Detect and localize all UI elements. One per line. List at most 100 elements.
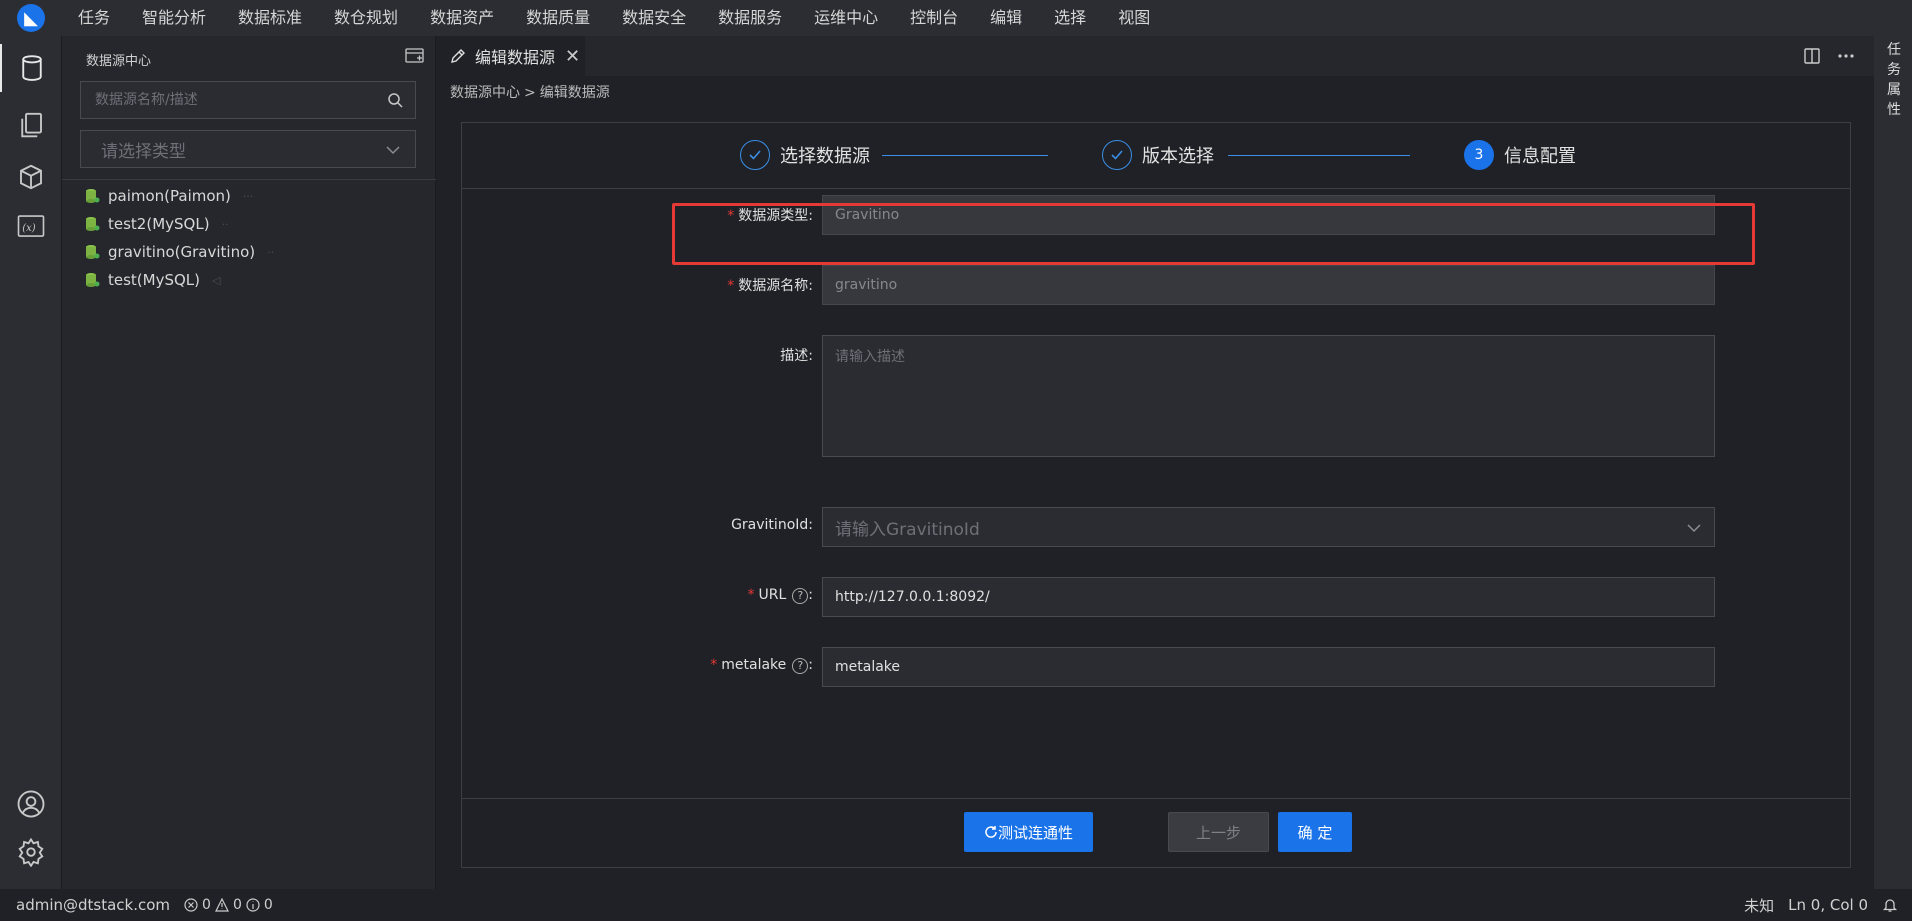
problems-counter[interactable]: 0 0 0 xyxy=(184,897,273,913)
close-icon[interactable]: ✕ xyxy=(565,46,580,67)
copy-files-icon xyxy=(21,112,42,138)
datasource-activity[interactable] xyxy=(0,44,62,92)
settings-activity[interactable] xyxy=(0,828,62,876)
type-label: * 数据源类型: xyxy=(727,208,813,224)
tree-item-test[interactable]: test(MySQL) ◁ xyxy=(84,266,274,294)
datasource-search xyxy=(80,81,416,119)
step-info-config: 3 信息配置 xyxy=(1464,140,1576,170)
task-properties-tab[interactable]: 任务属性 xyxy=(1886,40,1902,120)
check-icon xyxy=(740,140,770,170)
menu-item-tasks[interactable]: 任务 xyxy=(62,0,126,36)
info-icon xyxy=(246,898,260,912)
tree-item-dots: ·· xyxy=(267,245,275,259)
cube-activity[interactable] xyxy=(0,153,62,201)
step-version: 版本选择 xyxy=(1102,140,1214,170)
sidebar-title: 数据源中心 xyxy=(86,54,152,69)
type-select-placeholder: 请选择类型 xyxy=(101,141,186,162)
steps-bar: 选择数据源 版本选择 3 信息配置 xyxy=(462,123,1850,189)
language-mode[interactable]: 未知 xyxy=(1744,895,1774,916)
function-activity[interactable]: (x) xyxy=(0,202,62,250)
split-editor-icon[interactable] xyxy=(1802,46,1822,66)
bell-icon[interactable] xyxy=(1882,897,1898,913)
tab-actions xyxy=(1802,46,1856,66)
svg-text:(x): (x) xyxy=(22,223,36,234)
gravitino-id-select[interactable]: 请输入GravitinoId xyxy=(822,507,1715,547)
add-datasource-icon[interactable] xyxy=(404,46,426,66)
tree-item-label: test2(MySQL) xyxy=(108,215,210,233)
menu-item-console[interactable]: 控制台 xyxy=(894,0,974,36)
step-number: 3 xyxy=(1464,140,1494,170)
error-icon xyxy=(184,898,198,912)
menu-item-security[interactable]: 数据安全 xyxy=(606,0,702,36)
step-label: 信息配置 xyxy=(1504,146,1576,167)
user-account[interactable]: admin@dtstack.com xyxy=(16,896,170,914)
menu-item-standards[interactable]: 数据标准 xyxy=(222,0,318,36)
tree-item-label: test(MySQL) xyxy=(108,271,201,289)
app-logo[interactable]: ◣ xyxy=(0,0,62,36)
test-connectivity-button[interactable]: 测试连通性 xyxy=(964,812,1093,852)
desc-label: 描述: xyxy=(780,348,813,364)
menu-item-quality[interactable]: 数据质量 xyxy=(510,0,606,36)
step-label: 选择数据源 xyxy=(780,146,870,167)
breadcrumb-root[interactable]: 数据源中心 xyxy=(450,85,520,101)
step-connector xyxy=(882,155,1048,156)
gravitino-id-label: GravitinoId: xyxy=(731,517,813,533)
search-icon[interactable] xyxy=(387,92,403,108)
database-icon xyxy=(86,217,100,231)
warning-icon xyxy=(214,898,229,912)
function-icon: (x) xyxy=(17,215,45,237)
search-input[interactable] xyxy=(81,82,371,118)
menu-item-view[interactable]: 视图 xyxy=(1102,0,1166,36)
gear-icon xyxy=(18,837,44,867)
account-activity[interactable] xyxy=(0,780,62,828)
panel-footer: 测试连通性 上一步 确 定 xyxy=(462,798,1850,868)
refresh-icon xyxy=(985,826,997,838)
status-right: 未知 Ln 0, Col 0 xyxy=(1744,895,1898,916)
datasource-name-field: gravitino xyxy=(822,265,1715,305)
metalake-input[interactable]: metalake xyxy=(822,647,1715,687)
tree-item-dots: ·· xyxy=(221,217,229,231)
activity-bar: (x) xyxy=(0,36,62,889)
tree-item-label: paimon(Paimon) xyxy=(108,187,231,205)
datasource-sidebar: 数据源中心 请选择类型 paimon(Paimon) ··· test2(MySQ… xyxy=(62,36,436,889)
menu-item-warehouse[interactable]: 数仓规划 xyxy=(318,0,414,36)
logo-icon: ◣ xyxy=(17,4,45,32)
tree-item-paimon[interactable]: paimon(Paimon) ··· xyxy=(84,182,274,210)
previous-step-button[interactable]: 上一步 xyxy=(1168,812,1269,852)
menu-item-select[interactable]: 选择 xyxy=(1038,0,1102,36)
check-icon xyxy=(1102,140,1132,170)
database-icon xyxy=(86,273,100,287)
sidebar-divider xyxy=(62,179,436,180)
database-icon xyxy=(22,55,42,81)
menu-item-services[interactable]: 数据服务 xyxy=(702,0,798,36)
help-icon[interactable]: ? xyxy=(792,587,809,604)
pencil-icon xyxy=(451,49,465,63)
database-icon xyxy=(86,245,100,259)
cursor-position[interactable]: Ln 0, Col 0 xyxy=(1788,896,1868,914)
step-select-source: 选择数据源 xyxy=(740,140,870,170)
menu-item-assets[interactable]: 数据资产 xyxy=(414,0,510,36)
url-input[interactable]: http://127.0.0.1:8092/ xyxy=(822,577,1715,617)
tree-item-test2[interactable]: test2(MySQL) ·· xyxy=(84,210,274,238)
files-activity[interactable] xyxy=(0,101,62,149)
datasource-tree: paimon(Paimon) ··· test2(MySQL) ·· graviti… xyxy=(84,182,274,294)
status-bar: admin@dtstack.com 0 0 0 未知 Ln 0, Col 0 xyxy=(0,889,1912,921)
menu-item-ops[interactable]: 运维中心 xyxy=(798,0,894,36)
menu-item-edit[interactable]: 编辑 xyxy=(974,0,1038,36)
tree-item-gravitino[interactable]: gravitino(Gravitino) ·· xyxy=(84,238,274,266)
step-connector xyxy=(1228,155,1410,156)
menu-item-analysis[interactable]: 智能分析 xyxy=(126,0,222,36)
breadcrumb-separator: > xyxy=(524,85,536,101)
tree-item-dots: ··· xyxy=(242,189,254,203)
description-textarea[interactable]: 请输入描述 xyxy=(822,335,1715,457)
help-icon[interactable]: ? xyxy=(792,657,809,674)
url-label: * URL?: xyxy=(747,587,813,604)
datasource-type-field: Gravitino xyxy=(822,195,1715,235)
type-select[interactable]: 请选择类型 xyxy=(80,130,416,168)
tab-label: 编辑数据源 xyxy=(475,48,556,67)
confirm-button[interactable]: 确 定 xyxy=(1278,812,1352,852)
more-icon[interactable] xyxy=(1836,46,1856,66)
tab-edit-datasource[interactable]: 编辑数据源 ✕ xyxy=(437,36,585,76)
breadcrumb: 数据源中心 > 编辑数据源 xyxy=(450,82,610,102)
metalake-label: * metalake?: xyxy=(710,657,813,674)
